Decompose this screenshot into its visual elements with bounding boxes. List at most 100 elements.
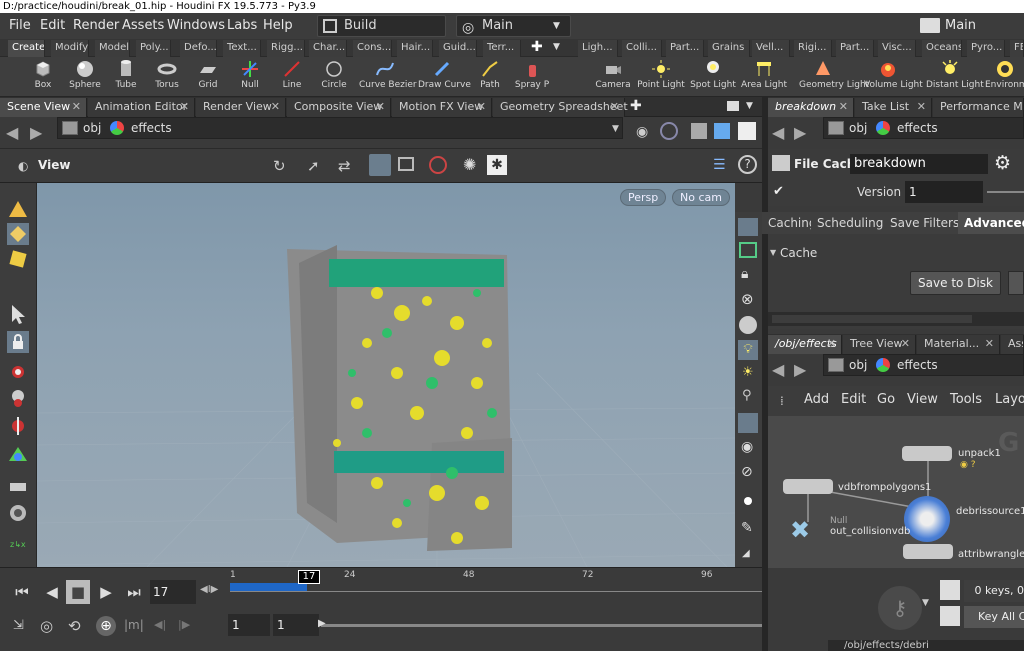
move-tool-icon[interactable] <box>7 361 29 383</box>
path-node[interactable]: effects <box>131 118 172 138</box>
shelf-tab-rigging[interactable]: Rigg... <box>267 40 305 57</box>
tool-circle[interactable]: Circle <box>310 59 358 95</box>
network-path-field[interactable]: obj effects <box>823 354 1024 376</box>
menu-layout[interactable]: Layout <box>995 392 1024 407</box>
record-disabled-icon[interactable] <box>429 156 447 174</box>
snapshot-icon[interactable]: ✺ <box>463 155 476 174</box>
menu-edit[interactable]: Edit <box>40 13 65 39</box>
parameter-path-field[interactable]: obj effects <box>823 117 1024 139</box>
tool-spot-light[interactable]: Spot Light <box>689 59 737 95</box>
back-arrow-icon[interactable]: ◀ <box>772 124 790 142</box>
brush-tool-icon[interactable] <box>7 475 29 497</box>
tab-take-list[interactable]: Take List ✕ <box>855 98 932 117</box>
view-menu-icon[interactable]: ◐ <box>18 159 28 173</box>
key-all-channels-button[interactable]: Key All Ch <box>964 606 1024 628</box>
playback-start-field[interactable]: 1 <box>273 614 319 636</box>
tool-area-light[interactable]: Area Light <box>740 59 788 95</box>
tab-motion-fx-view[interactable]: Motion FX View ✕ <box>392 98 492 117</box>
tab-tree-view[interactable]: Tree View ✕ <box>843 335 916 354</box>
save-to-disk-button[interactable]: Save to Disk <box>910 271 1001 295</box>
help-icon[interactable]: ? <box>738 155 757 174</box>
range-start-handle[interactable]: ▶ <box>318 618 326 629</box>
tool-box[interactable]: Box <box>19 59 67 95</box>
pane-toggle-icon[interactable] <box>738 122 756 140</box>
path-obj[interactable]: obj <box>849 355 867 375</box>
shelf-tab-modify[interactable]: Modify <box>51 40 89 57</box>
tab-material[interactable]: Material... ✕ <box>917 335 1000 354</box>
menu-add[interactable]: Add <box>804 392 829 407</box>
loop-icon[interactable]: ⟲ <box>68 617 81 635</box>
jump-start-icon[interactable]: ⏮ <box>8 580 36 604</box>
shelf-tab-vellum[interactable]: Vell... <box>752 40 790 57</box>
tool-point-light[interactable]: Point Light <box>637 59 685 95</box>
tool-path[interactable]: Path <box>466 59 514 95</box>
rotate-tool-icon[interactable] <box>7 387 29 409</box>
shelf-tab-deform[interactable]: Defo... <box>180 40 217 57</box>
tab-breakdown[interactable]: breakdown ✕ <box>768 98 854 117</box>
tab-scene-view[interactable]: Scene View ✕ <box>0 98 87 117</box>
tab-render-view[interactable]: Render View ✕ <box>196 98 286 117</box>
tool-curve-bezier[interactable]: Curve Bezier <box>359 59 417 95</box>
close-icon[interactable]: ✕ <box>180 98 189 116</box>
transform-handle-icon[interactable] <box>7 445 29 467</box>
menu-tools[interactable]: Tools <box>950 392 982 407</box>
version-field[interactable]: 1 <box>905 181 983 203</box>
location-icon[interactable]: ⚲ <box>742 388 752 403</box>
prev-key-icon[interactable]: ◀| <box>154 618 166 631</box>
shelf-tab-create[interactable]: Create <box>8 40 45 57</box>
tool-line[interactable]: Line <box>268 59 316 95</box>
tab-scheduling[interactable]: Scheduling <box>811 212 891 234</box>
transform-icon[interactable]: ⇄ <box>338 157 351 175</box>
back-arrow-icon[interactable]: ◀ <box>6 124 24 142</box>
ground-plane-icon[interactable] <box>738 218 758 236</box>
shelf-tab-terrain[interactable]: Terr... <box>483 40 521 57</box>
pin-icon[interactable]: ◉ <box>636 124 648 140</box>
reference-plane-icon[interactable] <box>739 242 757 258</box>
shelf-tab-particle-fluids[interactable]: Part... <box>836 40 874 57</box>
pane-menu-icon[interactable]: ▼ <box>746 101 753 111</box>
link-icon[interactable] <box>660 122 678 140</box>
network-editor[interactable]: G unpack1 ◉ ? vdbfrompolygons1 debrissou… <box>768 416 1024 568</box>
tool-spray-paint[interactable]: Spray P <box>508 59 556 95</box>
display-mode-icon[interactable] <box>714 123 730 139</box>
shelf-tab-character[interactable]: Char... <box>309 40 347 57</box>
keyframe-icon[interactable]: |m| <box>124 618 144 632</box>
menu-render[interactable]: Render <box>73 13 119 39</box>
close-icon[interactable]: ✕ <box>839 98 848 116</box>
tool-distant-light[interactable]: Distant Light <box>926 59 984 95</box>
frame-marker[interactable]: 17 <box>298 570 320 584</box>
view-tool-icon[interactable] <box>7 248 29 270</box>
tool-grid[interactable]: Grid <box>184 59 232 95</box>
realtime-icon[interactable]: ⊕ <box>96 616 116 636</box>
select-tool-icon[interactable] <box>7 303 29 325</box>
node-unpack[interactable] <box>902 446 952 461</box>
display-options-icon[interactable]: ☰ <box>713 157 726 173</box>
playbar-menu-icon[interactable]: ⇲ <box>13 618 24 633</box>
tab-save-filters[interactable]: Save Filters <box>884 212 967 234</box>
back-arrow-icon[interactable]: ◀ <box>772 361 790 379</box>
close-icon[interactable]: ✕ <box>901 335 910 353</box>
perspective-menu[interactable]: Persp <box>620 189 667 206</box>
tab-animation-editor[interactable]: Animation Editor ✕ <box>88 98 195 117</box>
key-menu-icon[interactable]: ▼ <box>922 598 929 608</box>
tool-volume-light[interactable]: Volume Light <box>864 59 923 95</box>
tool-geometry-light[interactable]: Geometry Light <box>799 59 869 95</box>
camera-view-icon[interactable] <box>369 154 391 176</box>
path-obj[interactable]: obj <box>83 118 101 138</box>
menu-view[interactable]: View <box>907 392 938 407</box>
visibility-icon[interactable]: ◉ <box>741 439 753 455</box>
shelf-tab-viscous[interactable]: Visc... <box>878 40 916 57</box>
path-node[interactable]: effects <box>897 118 938 138</box>
next-key-icon[interactable]: |▶ <box>178 618 190 631</box>
menu-labs[interactable]: Labs <box>227 13 257 39</box>
shelf-tab-grains[interactable]: Grains <box>708 40 750 57</box>
play-reverse-icon[interactable]: ◀ <box>40 580 64 604</box>
tool-environment-light[interactable]: Environment Light <box>985 59 1024 95</box>
light-bulb-icon[interactable]: 💡︎ <box>738 340 758 360</box>
scale-tool-icon[interactable] <box>7 415 29 437</box>
menu-file[interactable]: File <box>9 13 31 39</box>
node-attribwrangle[interactable] <box>903 544 953 559</box>
stop-icon[interactable]: ■ <box>66 580 90 604</box>
key-icon[interactable]: ⚷ <box>878 586 922 630</box>
shelf-tab-model[interactable]: Model <box>95 40 130 57</box>
